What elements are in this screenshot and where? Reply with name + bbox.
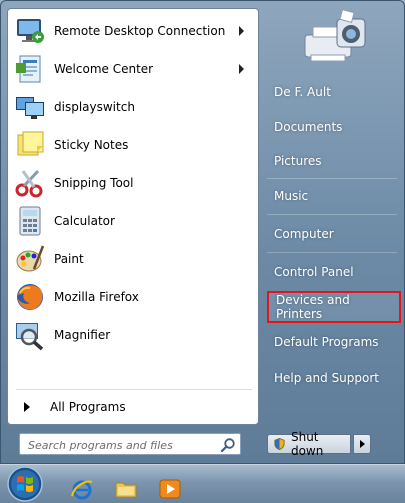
program-mozilla-firefox[interactable]: Mozilla Firefox	[12, 279, 256, 315]
separator	[267, 178, 397, 179]
right-item-label: Default Programs	[274, 335, 379, 349]
program-calculator[interactable]: Calculator	[12, 203, 256, 239]
shutdown-options-button[interactable]	[353, 434, 371, 454]
right-item-label: Computer	[274, 227, 334, 241]
program-label: Magnifier	[54, 328, 111, 342]
remote-desktop-icon	[17, 19, 44, 43]
taskbar	[0, 464, 405, 503]
displayswitch-icon	[16, 97, 44, 119]
program-label: Mozilla Firefox	[54, 290, 139, 304]
media-player-icon[interactable]	[158, 478, 182, 500]
program-remote-desktop-connection[interactable]: Remote Desktop Connection	[12, 13, 256, 49]
shield-icon	[274, 437, 285, 451]
search-icon[interactable]	[220, 437, 236, 453]
windows-orb-icon[interactable]	[2, 464, 48, 502]
program-label: Sticky Notes	[54, 138, 129, 152]
program-label: Calculator	[54, 214, 115, 228]
program-label: Snipping Tool	[54, 176, 134, 190]
program-label: Remote Desktop Connection	[54, 24, 226, 38]
right-item-label: Music	[274, 189, 309, 203]
right-item-label: Documents	[274, 120, 343, 134]
right-item-documents[interactable]: Documents	[267, 112, 401, 142]
right-item-control-panel[interactable]: Control Panel	[267, 257, 401, 287]
separator	[267, 214, 397, 215]
calculator-icon	[19, 206, 41, 236]
right-item-user[interactable]: De F. Ault	[267, 77, 401, 107]
paint-palette-icon	[16, 245, 45, 272]
right-item-label: De F. Ault	[274, 85, 331, 99]
welcome-center-icon	[16, 55, 41, 83]
search-box[interactable]	[19, 433, 241, 455]
program-magnifier[interactable]: Magnifier	[12, 317, 256, 353]
magnifier-icon	[16, 323, 44, 351]
all-programs-button[interactable]: All Programs	[12, 395, 256, 419]
submenu-arrow-icon[interactable]	[239, 26, 244, 36]
search-input[interactable]	[26, 435, 220, 455]
right-item-computer[interactable]: Computer	[267, 219, 401, 249]
right-item-label: Control Panel	[274, 265, 354, 279]
start-menu: Remote Desktop Connection Welcome Center	[0, 0, 405, 464]
printer-camera-icon[interactable]	[299, 5, 371, 69]
right-item-pictures[interactable]: Pictures	[267, 146, 401, 176]
program-label: displayswitch	[54, 100, 135, 114]
all-programs-label: All Programs	[50, 400, 126, 414]
firefox-icon	[17, 284, 43, 310]
right-item-label: Devices and Printers	[276, 293, 350, 321]
program-label: Welcome Center	[54, 62, 154, 76]
internet-explorer-icon[interactable]	[70, 478, 94, 500]
right-item-label: Help and Support	[274, 371, 379, 385]
separator	[267, 252, 397, 253]
program-welcome-center[interactable]: Welcome Center	[12, 51, 256, 87]
right-item-music[interactable]: Music	[267, 181, 401, 211]
right-item-devices-and-printers[interactable]: Devices and Printers	[267, 291, 401, 323]
sticky-notes-icon	[17, 131, 44, 156]
folder-icon[interactable]	[114, 478, 138, 500]
chevron-right-icon	[24, 402, 30, 412]
chevron-right-icon	[360, 440, 365, 448]
program-paint[interactable]: Paint	[12, 241, 256, 277]
program-label: Paint	[54, 252, 84, 266]
right-item-help-and-support[interactable]: Help and Support	[267, 363, 401, 393]
shutdown-label: Shut down	[290, 430, 324, 458]
program-displayswitch[interactable]: displayswitch	[12, 89, 256, 125]
submenu-arrow-icon[interactable]	[239, 64, 244, 74]
right-item-default-programs[interactable]: Default Programs	[267, 327, 401, 357]
programs-pane: Remote Desktop Connection Welcome Center	[7, 8, 259, 425]
shutdown-button[interactable]: Shut down	[267, 430, 351, 458]
separator	[16, 389, 252, 390]
program-snipping-tool[interactable]: Snipping Tool	[12, 165, 256, 201]
program-sticky-notes[interactable]: Sticky Notes	[12, 127, 256, 163]
right-item-label: Pictures	[274, 154, 322, 168]
scissors-icon	[15, 169, 43, 198]
